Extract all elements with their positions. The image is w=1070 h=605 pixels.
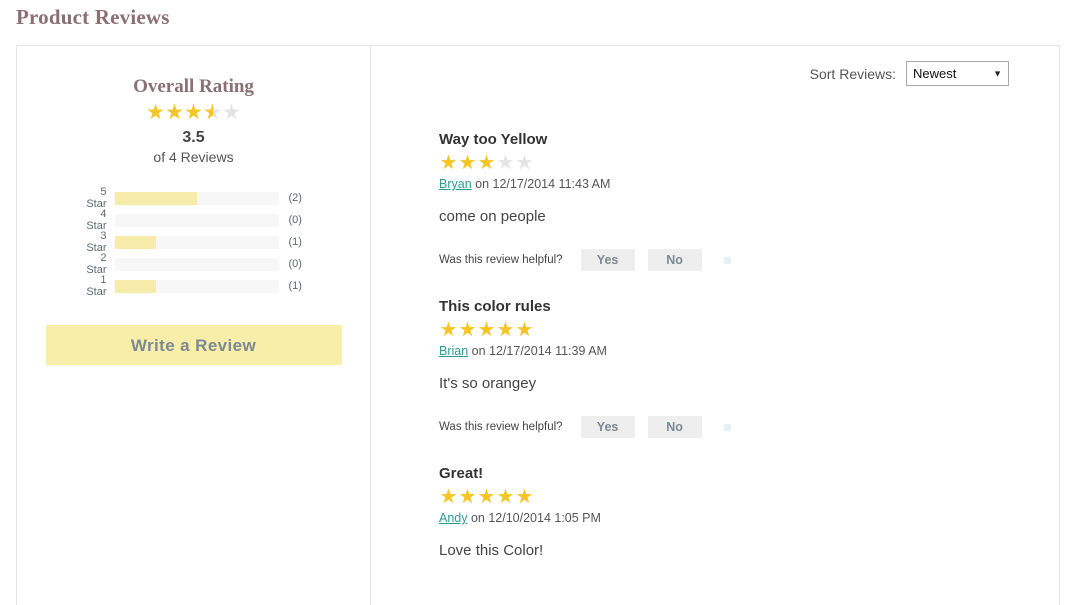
helpful-no-button[interactable]: No (648, 416, 702, 438)
total-reviews-label: of 4 Reviews (17, 149, 370, 165)
rating-breakdown-label: 1 Star (79, 274, 115, 298)
rating-breakdown-row[interactable]: 2 Star (0) (79, 253, 309, 275)
helpful-no-button[interactable]: No (648, 249, 702, 271)
reviews-column: Sort Reviews: Newest ▼ Way too Yellow★★★… (371, 46, 1059, 605)
review-rating-stars: ★★★★★ (439, 487, 1059, 507)
review-item: This color rules★★★★★Brian on 12/17/2014… (439, 298, 1059, 439)
review-item: Way too Yellow★★★★★Bryan on 12/17/2014 1… (439, 131, 1059, 272)
chevron-down-icon: ▼ (993, 62, 1002, 85)
review-helpful-row: Was this review helpful? Yes No (439, 415, 1059, 439)
overall-rating-stars: ★★★★★ (17, 102, 370, 123)
review-rating-stars: ★★★★★ (439, 153, 1059, 173)
review-body-text: come on people (439, 208, 1059, 225)
rating-breakdown: 5 Star (2) 4 Star (0) 3 Star (1) 2 Star (0) 1 St… (79, 187, 309, 297)
star-filled-icon: ★ (439, 320, 458, 340)
review-date: on 12/17/2014 11:43 AM (472, 177, 611, 191)
page-title: Product Reviews (16, 5, 170, 30)
rating-breakdown-row[interactable]: 4 Star (0) (79, 209, 309, 231)
rating-breakdown-track (115, 280, 279, 293)
rating-breakdown-row[interactable]: 5 Star (2) (79, 187, 309, 209)
review-meta: Brian on 12/17/2014 11:39 AM (439, 344, 1059, 358)
review-title: This color rules (439, 298, 1059, 315)
review-date: on 12/10/2014 1:05 PM (468, 511, 601, 525)
rating-breakdown-track (115, 258, 279, 271)
star-empty-icon: ★ (222, 102, 241, 123)
star-filled-icon: ★ (439, 487, 458, 507)
review-date: on 12/17/2014 11:39 AM (468, 344, 607, 358)
rating-breakdown-track (115, 236, 279, 249)
rating-breakdown-track (115, 192, 279, 205)
rating-breakdown-label: 5 Star (79, 186, 115, 210)
review-meta: Bryan on 12/17/2014 11:43 AM (439, 177, 1059, 191)
helpful-yes-button[interactable]: Yes (581, 249, 635, 271)
review-title: Way too Yellow (439, 131, 1059, 148)
review-item: Great!★★★★★Andy on 12/10/2014 1:05 PMLov… (439, 465, 1059, 559)
review-body-text: Love this Color! (439, 542, 1059, 559)
star-filled-icon: ★ (458, 153, 477, 173)
rating-breakdown-row[interactable]: 3 Star (1) (79, 231, 309, 253)
rating-breakdown-label: 4 Star (79, 208, 115, 232)
star-filled-icon: ★ (458, 487, 477, 507)
rating-breakdown-label: 2 Star (79, 252, 115, 276)
review-helpful-row: Was this review helpful? Yes No (439, 248, 1059, 272)
sort-reviews-select[interactable]: Newest ▼ (906, 61, 1009, 86)
sort-reviews-selected-value: Newest (913, 66, 956, 81)
sort-reviews-control: Sort Reviews: Newest ▼ (810, 61, 1009, 86)
review-title: Great! (439, 465, 1059, 482)
rating-breakdown-count: (0) (279, 214, 309, 226)
review-body-text: It's so orangey (439, 375, 1059, 392)
rating-summary-column: Overall Rating ★★★★★ 3.5 of 4 Reviews 5 … (17, 46, 371, 605)
helpful-status-icon (724, 257, 731, 264)
average-score: 3.5 (17, 129, 370, 147)
rating-breakdown-row[interactable]: 1 Star (1) (79, 275, 309, 297)
rating-breakdown-fill (115, 280, 156, 293)
review-list: Way too Yellow★★★★★Bryan on 12/17/2014 1… (439, 46, 1059, 559)
rating-breakdown-count: (1) (279, 280, 309, 292)
review-author-link[interactable]: Bryan (439, 177, 472, 191)
review-meta: Andy on 12/10/2014 1:05 PM (439, 511, 1059, 525)
star-filled-icon: ★ (477, 320, 496, 340)
helpful-status-icon (724, 424, 731, 431)
star-filled-icon: ★ (477, 487, 496, 507)
star-filled-icon: ★ (477, 153, 496, 173)
star-filled-icon: ★ (515, 320, 534, 340)
overall-rating-heading: Overall Rating (17, 76, 370, 98)
helpful-question: Was this review helpful? (439, 421, 563, 433)
reviews-panel: Overall Rating ★★★★★ 3.5 of 4 Reviews 5 … (16, 45, 1060, 605)
star-empty-icon: ★ (496, 153, 515, 173)
review-rating-stars: ★★★★★ (439, 320, 1059, 340)
review-author-link[interactable]: Brian (439, 344, 468, 358)
star-filled-icon: ★ (496, 320, 515, 340)
star-empty-icon: ★ (515, 153, 534, 173)
rating-breakdown-fill (115, 236, 156, 249)
star-half-icon: ★ (203, 102, 222, 123)
rating-breakdown-count: (2) (279, 192, 309, 204)
helpful-question: Was this review helpful? (439, 254, 563, 266)
rating-breakdown-fill (115, 192, 197, 205)
rating-breakdown-count: (0) (279, 258, 309, 270)
star-filled-icon: ★ (496, 487, 515, 507)
star-filled-icon: ★ (458, 320, 477, 340)
star-filled-icon: ★ (439, 153, 458, 173)
review-author-link[interactable]: Andy (439, 511, 468, 525)
star-filled-icon: ★ (165, 102, 184, 123)
rating-breakdown-count: (1) (279, 236, 309, 248)
write-a-review-button[interactable]: Write a Review (46, 325, 342, 365)
sort-reviews-label: Sort Reviews: (810, 66, 896, 82)
rating-breakdown-label: 3 Star (79, 230, 115, 254)
star-filled-icon: ★ (146, 102, 165, 123)
rating-breakdown-track (115, 214, 279, 227)
star-filled-icon: ★ (515, 487, 534, 507)
helpful-yes-button[interactable]: Yes (581, 416, 635, 438)
star-filled-icon: ★ (184, 102, 203, 123)
